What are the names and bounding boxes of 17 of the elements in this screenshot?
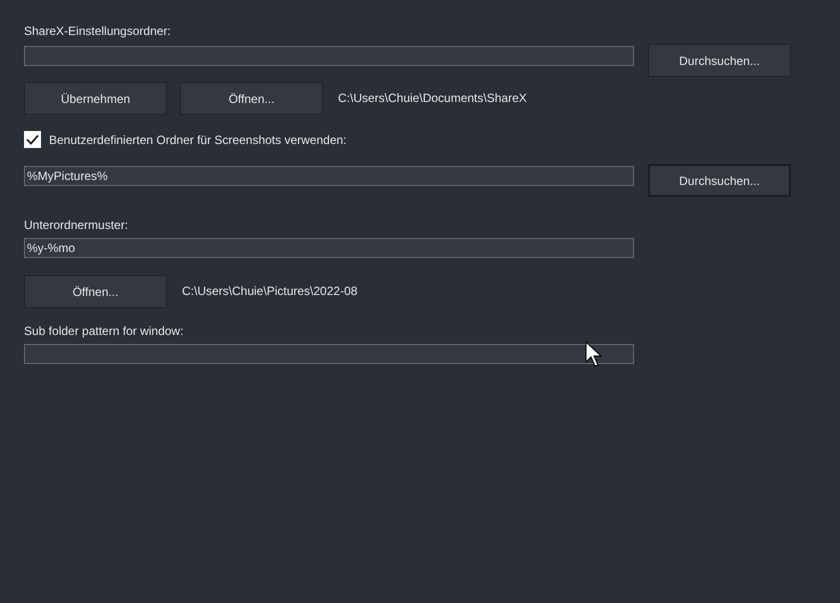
button[interactable]: Öffnen... xyxy=(24,275,167,308)
field-label: ShareX-Einstellungsordner: xyxy=(24,24,171,38)
mouse-pointer-icon xyxy=(585,341,603,367)
button[interactable]: Durchsuchen... xyxy=(648,44,791,77)
text-field[interactable] xyxy=(24,46,634,66)
button[interactable]: Öffnen... xyxy=(180,82,323,115)
text-field[interactable]: %MyPictures% xyxy=(24,166,634,186)
button[interactable]: Durchsuchen... xyxy=(648,164,791,197)
field-label: Sub folder pattern for window: xyxy=(24,324,184,338)
checkbox[interactable] xyxy=(24,131,41,148)
text-field[interactable] xyxy=(24,344,634,364)
field-label: Unterordnermuster: xyxy=(24,218,128,232)
text-field[interactable]: %y-%mo xyxy=(24,238,634,258)
button[interactable]: Übernehmen xyxy=(24,82,167,115)
folder-path: C:\Users\Chuie\Documents\ShareX xyxy=(338,91,527,105)
folder-path: C:\Users\Chuie\Pictures\2022-08 xyxy=(182,284,358,298)
checkbox-label: Benutzerdefinierten Ordner für Screenshots verwenden: xyxy=(49,132,346,146)
